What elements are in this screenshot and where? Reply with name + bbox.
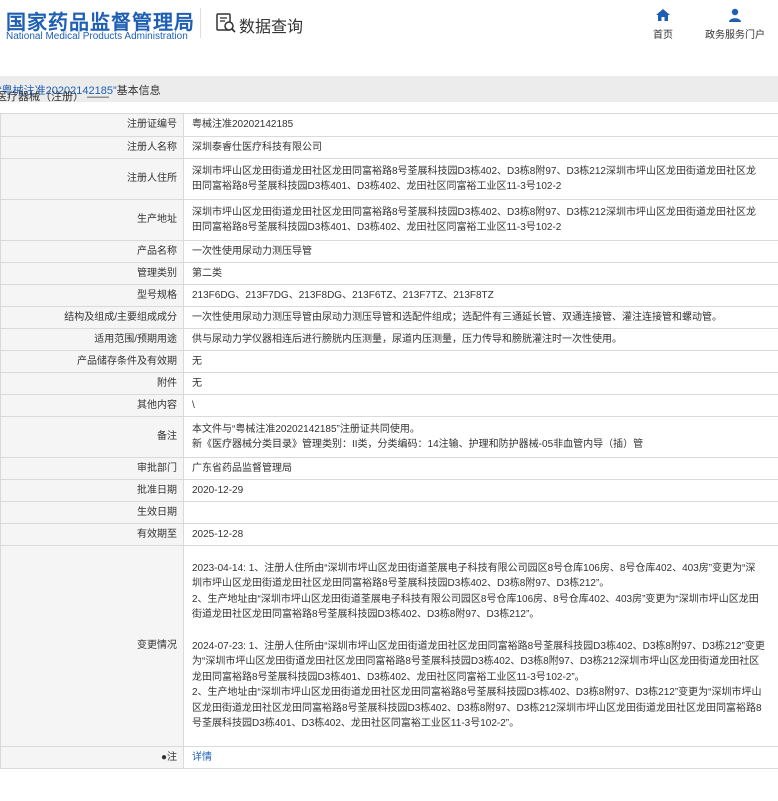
table-row: 生效日期 [0, 501, 778, 524]
breadcrumb-prefix: 医疗器械（注册） —— [0, 91, 110, 103]
table-row: 附件 无 [0, 372, 778, 395]
nav-portal-label: 政务服务门户 [705, 30, 765, 41]
row-value [183, 501, 778, 524]
row-label: 审批部门 [0, 457, 184, 480]
row-value: 2020-12-29 [183, 479, 778, 502]
data-query-title: 数据查询 [239, 19, 304, 36]
row-label: 生产地址 [0, 199, 184, 241]
row-value: 2023-04-14: 1、注册人住所由“深圳市坪山区龙田街道荃展电子科技有限公… [183, 545, 778, 747]
table-row: 批准日期 2020-12-29 [0, 479, 778, 502]
row-label: 适用范围/预期用途 [0, 328, 184, 351]
nav-home-link[interactable]: 首页 [644, 8, 682, 41]
row-value: 无 [183, 350, 778, 373]
table-row: 型号规格 213F6DG、213F7DG、213F8DG、213F6TZ、213… [0, 284, 778, 307]
details-link[interactable]: 详情 [192, 752, 212, 763]
table-row: 产品名称 一次性使用尿动力测压导管 [0, 240, 778, 263]
table-row: 注册人名称 深圳泰睿仕医疗科技有限公司 [0, 136, 778, 159]
table-row: 产品储存条件及有效期 无 [0, 350, 778, 373]
table-row: 其他内容 \ [0, 394, 778, 417]
change-line: 2023-04-14: 1、注册人住所由“深圳市坪山区龙田街道荃展电子科技有限公… [192, 562, 756, 590]
table-row: 审批部门 广东省药品监督管理局 [0, 457, 778, 480]
nav-home-label: 首页 [653, 30, 673, 41]
row-label: 有效期至 [0, 523, 184, 546]
breadcrumb-text: 医疗器械（注册） —— “粤械注准20202142185”基本信息 [0, 82, 161, 103]
detail-table: 注册证编号 粤械注准20202142185 注册人名称 深圳泰睿仕医疗科技有限公… [0, 113, 778, 769]
change-line: 2024-07-23: 1、注册人住所由“深圳市坪山区龙田街道龙田社区龙田同富裕… [192, 640, 765, 683]
row-label: 批准日期 [0, 479, 184, 502]
row-label: 注册人住所 [0, 158, 184, 200]
table-row: 结构及组成/主要组成成分 一次性使用尿动力测压导管由尿动力测压导管和选配件组成；… [0, 306, 778, 329]
row-value: 213F6DG、213F7DG、213F8DG、213F6TZ、213F7TZ、… [183, 284, 778, 307]
site-header: 国家药品监督管理局 National Medical Products Admi… [0, 0, 778, 62]
home-icon [656, 9, 670, 21]
row-label: 备注 [0, 416, 184, 458]
row-label: 结构及组成/主要组成成分 [0, 306, 184, 329]
table-row: 备注 本文件与“粤械注准20202142185”注册证共同使用。 新《医疗器械分… [0, 416, 778, 458]
change-line [192, 623, 765, 639]
table-row: 生产地址 深圳市坪山区龙田街道龙田社区龙田同富裕路8号荃展科技园D3栋402、D… [0, 199, 778, 241]
row-value: 深圳泰睿仕医疗科技有限公司 [183, 136, 778, 159]
row-label: 变更情况 [0, 545, 184, 747]
row-label: 管理类别 [0, 262, 184, 285]
table-row: 有效期至 2025-12-28 [0, 523, 778, 546]
data-query-icon [216, 13, 236, 33]
row-label: 附件 [0, 372, 184, 395]
user-icon [729, 8, 741, 22]
row-value: 一次性使用尿动力测压导管 [183, 240, 778, 263]
row-label: 产品名称 [0, 240, 184, 263]
row-label: 其他内容 [0, 394, 184, 417]
row-label: 注册证编号 [0, 113, 184, 137]
remark-line: 本文件与“粤械注准20202142185”注册证共同使用。 [192, 423, 420, 435]
row-value: 一次性使用尿动力测压导管由尿动力测压导管和选配件组成；选配件有三通延长管、双通连… [183, 306, 778, 329]
row-label: 注册人名称 [0, 136, 184, 159]
row-value: 粤械注准20202142185 [183, 113, 778, 137]
site-logo-en: National Medical Products Administration [6, 31, 188, 42]
row-label: ●注 [0, 746, 184, 769]
row-value: 2025-12-28 [183, 523, 778, 546]
table-row: 管理类别 第二类 [0, 262, 778, 285]
row-value: 本文件与“粤械注准20202142185”注册证共同使用。 新《医疗器械分类目录… [183, 416, 778, 458]
remark-line: 新《医疗器械分类目录》管理类别：II类，分类编码：14注输、护理和防护器械-05… [192, 439, 644, 450]
row-value: 深圳市坪山区龙田街道龙田社区龙田同富裕路8号荃展科技园D3栋402、D3栋8附9… [183, 199, 778, 241]
table-row: 适用范围/预期用途 供与尿动力学仪器相连后进行膀胱内压测量，尿道内压测量，压力传… [0, 328, 778, 351]
breadcrumb-suffix: 基本信息 [116, 85, 161, 97]
row-value: 深圳市坪山区龙田街道龙田社区龙田同富裕路8号荃展科技园D3栋402、D3栋8附9… [183, 158, 778, 200]
row-value: \ [183, 394, 778, 417]
breadcrumb: 医疗器械（注册） —— “粤械注准20202142185”基本信息 [0, 76, 778, 103]
row-value: 供与尿动力学仪器相连后进行膀胱内压测量，尿道内压测量，压力传导和膀胱灌注时一次性… [183, 328, 778, 351]
row-value: 详情 [183, 746, 778, 769]
table-row: ●注 详情 [0, 746, 778, 769]
table-row: 变更情况 2023-04-14: 1、注册人住所由“深圳市坪山区龙田街道荃展电子… [0, 545, 778, 747]
table-row: 注册证编号 粤械注准20202142185 [0, 113, 778, 137]
row-value: 广东省药品监督管理局 [183, 457, 778, 480]
table-row: 注册人住所 深圳市坪山区龙田街道龙田社区龙田同富裕路8号荃展科技园D3栋402、… [0, 158, 778, 200]
row-value: 第二类 [183, 262, 778, 285]
row-label: 型号规格 [0, 284, 184, 307]
row-label: 产品储存条件及有效期 [0, 350, 184, 373]
change-line: 2、生产地址由“深圳市坪山区龙田街道荃展电子科技有限公司园区8号仓库106房、8… [192, 593, 759, 621]
nav-portal-link[interactable]: 政务服务门户 [698, 8, 772, 41]
header-divider [200, 8, 201, 38]
row-label: 生效日期 [0, 501, 184, 524]
row-value: 无 [183, 372, 778, 395]
change-line: 2、生产地址由“深圳市坪山区龙田街道龙田社区龙田同富裕路8号荃展科技园D3栋40… [192, 687, 762, 729]
